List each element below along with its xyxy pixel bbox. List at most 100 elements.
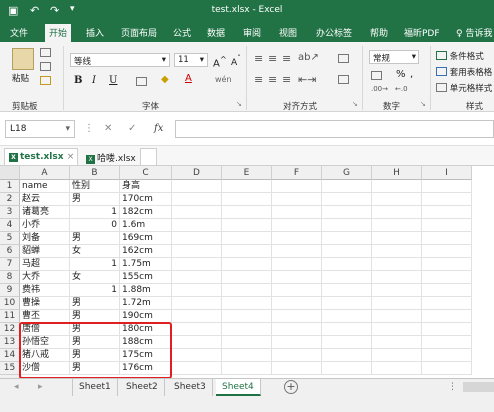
- cell-a[interactable]: 曹操: [20, 297, 70, 310]
- cell-f[interactable]: [272, 206, 322, 219]
- row-header[interactable]: 8: [0, 271, 20, 284]
- cell-d[interactable]: [172, 323, 222, 336]
- cell-e[interactable]: [222, 180, 272, 193]
- cell-h[interactable]: [372, 258, 422, 271]
- paste-icon[interactable]: [12, 48, 34, 70]
- cell-f[interactable]: [272, 245, 322, 258]
- row-header[interactable]: 10: [0, 297, 20, 310]
- align-top-icon[interactable]: ≡: [254, 52, 263, 65]
- cell-d[interactable]: [172, 232, 222, 245]
- orientation-icon[interactable]: ab↗: [298, 52, 319, 63]
- row-header[interactable]: 5: [0, 232, 20, 245]
- cell-a[interactable]: name: [20, 180, 70, 193]
- cell-i[interactable]: [422, 180, 472, 193]
- cell-f[interactable]: [272, 180, 322, 193]
- cell-h[interactable]: [372, 336, 422, 349]
- cell-e[interactable]: [222, 219, 272, 232]
- cell-a[interactable]: 小乔: [20, 219, 70, 232]
- cell-b[interactable]: 1: [70, 206, 120, 219]
- tell-me-search[interactable]: ♀ 告诉我: [456, 26, 492, 39]
- cell-h[interactable]: [372, 193, 422, 206]
- cell-f[interactable]: [272, 258, 322, 271]
- align-right-icon[interactable]: ≡: [282, 73, 291, 86]
- row-header[interactable]: 3: [0, 206, 20, 219]
- column-header-c[interactable]: C: [120, 166, 172, 180]
- cell-i[interactable]: [422, 349, 472, 362]
- cell-i[interactable]: [422, 271, 472, 284]
- cell-b[interactable]: 1: [70, 258, 120, 271]
- cell-d[interactable]: [172, 180, 222, 193]
- decrease-decimal-icon[interactable]: ←.0: [395, 85, 408, 93]
- cell-h[interactable]: [372, 323, 422, 336]
- prev-sheet-icon[interactable]: ◂: [14, 382, 19, 392]
- cell-h[interactable]: [372, 245, 422, 258]
- cell-a[interactable]: 赵云: [20, 193, 70, 206]
- horizontal-scrollbar[interactable]: [463, 382, 494, 392]
- comma-button[interactable]: ,: [410, 69, 413, 80]
- close-icon[interactable]: ×: [67, 152, 75, 162]
- sheet-tab-2[interactable]: Sheet2: [120, 379, 165, 396]
- cell-a[interactable]: 费祎: [20, 284, 70, 297]
- cell-e[interactable]: [222, 323, 272, 336]
- cell-f[interactable]: [272, 297, 322, 310]
- tab-file[interactable]: 文件: [10, 26, 28, 39]
- cell-h[interactable]: [372, 362, 422, 375]
- cell-g[interactable]: [322, 349, 372, 362]
- align-left-icon[interactable]: ≡: [254, 73, 263, 86]
- cell-c[interactable]: 1.88m: [120, 284, 172, 297]
- cell-i[interactable]: [422, 206, 472, 219]
- cell-e[interactable]: [222, 349, 272, 362]
- cell-d[interactable]: [172, 206, 222, 219]
- cell-d[interactable]: [172, 362, 222, 375]
- column-header-e[interactable]: E: [222, 166, 272, 180]
- name-box[interactable]: L18 ▾: [5, 120, 75, 138]
- cell-g[interactable]: [322, 180, 372, 193]
- cell-styles-button[interactable]: 单元格样式: [436, 82, 492, 94]
- cell-g[interactable]: [322, 232, 372, 245]
- increase-font-icon[interactable]: A^: [213, 54, 227, 69]
- cell-g[interactable]: [322, 245, 372, 258]
- cell-f[interactable]: [272, 193, 322, 206]
- cell-e[interactable]: [222, 271, 272, 284]
- cell-g[interactable]: [322, 310, 372, 323]
- border-icon[interactable]: [136, 77, 147, 86]
- cell-a[interactable]: 刘备: [20, 232, 70, 245]
- cell-d[interactable]: [172, 193, 222, 206]
- cell-g[interactable]: [322, 271, 372, 284]
- cell-g[interactable]: [322, 193, 372, 206]
- formula-input[interactable]: [175, 120, 494, 138]
- cell-e[interactable]: [222, 245, 272, 258]
- cell-d[interactable]: [172, 271, 222, 284]
- cell-h[interactable]: [372, 284, 422, 297]
- tab-formulas[interactable]: 公式: [173, 26, 191, 39]
- cell-d[interactable]: [172, 258, 222, 271]
- cell-f[interactable]: [272, 349, 322, 362]
- row-header[interactable]: 2: [0, 193, 20, 206]
- cut-icon[interactable]: [40, 48, 51, 57]
- phonetic-icon[interactable]: wén: [215, 75, 232, 84]
- cell-i[interactable]: [422, 336, 472, 349]
- cell-e[interactable]: [222, 362, 272, 375]
- alignment-dialog-launcher-icon[interactable]: ↘: [352, 100, 358, 108]
- tab-office-tab[interactable]: 办公标签: [316, 26, 352, 39]
- next-sheet-icon[interactable]: ▸: [38, 382, 43, 392]
- format-as-table-button[interactable]: 套用表格格: [436, 66, 492, 78]
- cell-f[interactable]: [272, 271, 322, 284]
- row-header[interactable]: 12: [0, 323, 20, 336]
- column-header-f[interactable]: F: [272, 166, 322, 180]
- column-header-d[interactable]: D: [172, 166, 222, 180]
- fill-color-icon[interactable]: ◆: [161, 74, 169, 85]
- cell-c[interactable]: 1.6m: [120, 219, 172, 232]
- row-header[interactable]: 6: [0, 245, 20, 258]
- cell-a[interactable]: 马超: [20, 258, 70, 271]
- cell-h[interactable]: [372, 349, 422, 362]
- cell-e[interactable]: [222, 206, 272, 219]
- cell-d[interactable]: [172, 245, 222, 258]
- cell-e[interactable]: [222, 258, 272, 271]
- cell-b[interactable]: 性别: [70, 180, 120, 193]
- cell-i[interactable]: [422, 258, 472, 271]
- cell-c[interactable]: 1.72m: [120, 297, 172, 310]
- cell-i[interactable]: [422, 323, 472, 336]
- cell-i[interactable]: [422, 245, 472, 258]
- tab-data[interactable]: 数据: [207, 26, 225, 39]
